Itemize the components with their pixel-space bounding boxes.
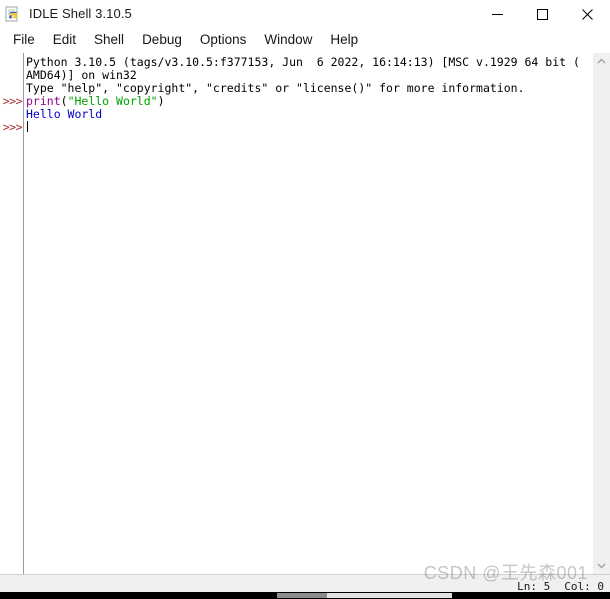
shell-token-string: "Hello World" <box>67 94 158 108</box>
prompt-marker: >>> <box>2 94 23 108</box>
menubar: File Edit Shell Debug Options Window Hel… <box>0 28 610 53</box>
chevron-down-icon[interactable] <box>593 557 610 574</box>
scrollbar-track[interactable] <box>593 70 610 557</box>
shell-token-plain: ) <box>157 94 165 108</box>
python-idle-icon <box>5 6 22 23</box>
shell-token-plain: AMD64)] on win32 <box>26 68 137 82</box>
prompt-marker <box>0 69 23 82</box>
shell-line <box>26 121 592 134</box>
shell-text-content[interactable]: Python 3.10.5 (tags/v3.10.5:f377153, Jun… <box>24 53 592 574</box>
text-caret <box>27 121 28 132</box>
menu-item-window[interactable]: Window <box>255 29 321 52</box>
idle-shell-window: IDLE Shell 3.10.5 File Edit Shell Debug … <box>0 0 610 599</box>
prompt-marker <box>0 56 23 69</box>
scrollbar-rail <box>327 593 452 598</box>
titlebar: IDLE Shell 3.10.5 <box>0 0 610 28</box>
chevron-up-icon[interactable] <box>593 53 610 70</box>
menu-item-options[interactable]: Options <box>191 29 256 52</box>
menu-item-file[interactable]: File <box>4 29 44 52</box>
close-button[interactable] <box>565 0 610 28</box>
menu-item-help[interactable]: Help <box>321 29 367 52</box>
shell-text-area[interactable]: Python 3.10.5 (tags/v3.10.5:f377153, Jun… <box>23 53 592 574</box>
shell-token-keyword: print <box>26 94 61 108</box>
prompt-marker: >>> <box>2 120 23 134</box>
menu-item-shell[interactable]: Shell <box>85 29 133 52</box>
shell-token-plain: Type "help", "copyright", "credits" or "… <box>26 81 525 95</box>
scrollbar-thumb[interactable] <box>277 593 327 598</box>
menu-item-debug[interactable]: Debug <box>133 29 191 52</box>
vertical-scrollbar[interactable] <box>592 53 610 574</box>
shell-line: Hello World <box>26 108 592 121</box>
shell-token-plain: Python 3.10.5 (tags/v3.10.5:f377153, Jun… <box>26 55 580 69</box>
shell-line: print("Hello World") <box>26 95 592 108</box>
minimize-button[interactable] <box>475 0 520 28</box>
maximize-button[interactable] <box>520 0 565 28</box>
window-controls <box>475 0 610 28</box>
shell-body: >>> >>> Python 3.10.5 (tags/v3.10.5:f377… <box>0 53 610 574</box>
bottom-strip <box>0 592 610 599</box>
shell-token-output: Hello World <box>26 107 103 121</box>
shell-token-plain: ( <box>60 94 68 108</box>
menu-item-edit[interactable]: Edit <box>44 29 85 52</box>
prompt-gutter: >>> >>> <box>0 53 23 574</box>
window-title: IDLE Shell 3.10.5 <box>29 6 132 21</box>
